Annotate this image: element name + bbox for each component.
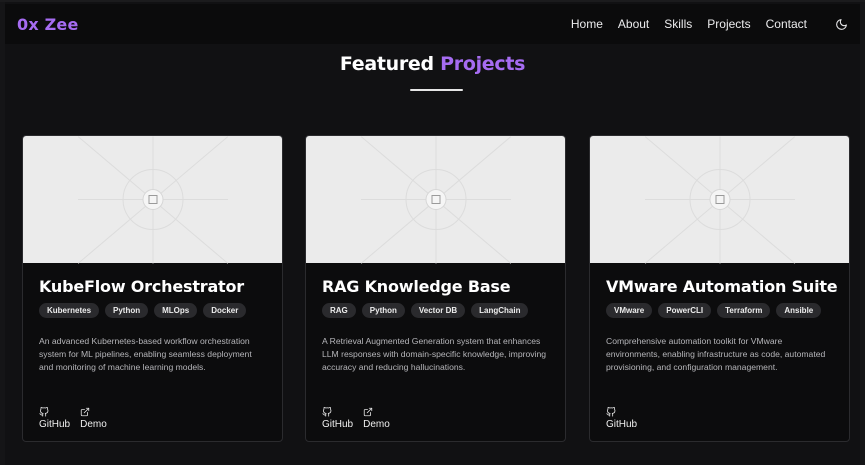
external-link-icon [363,407,373,417]
nav-links: Home About Skills Projects Contact [571,17,848,31]
theme-toggle-button[interactable] [834,17,848,31]
project-card: KubeFlow Orchestrator Kubernetes Python … [22,135,283,442]
tag: RAG [322,303,356,318]
github-icon [322,407,332,417]
project-title: RAG Knowledge Base [322,277,511,296]
nav-link-skills[interactable]: Skills [664,17,692,31]
title-underline [410,89,463,91]
project-image-placeholder [306,136,565,263]
github-link[interactable]: GitHub [322,407,353,430]
project-card: VMware Automation Suite VMware PowerCLI … [589,135,850,442]
project-title: KubeFlow Orchestrator [39,277,244,296]
project-links: GitHub [606,407,833,430]
tag-list: RAG Python Vector DB LangChain [322,303,549,318]
github-icon [39,407,49,417]
project-card: RAG Knowledge Base RAG Python Vector DB … [305,135,566,442]
tag-list: Kubernetes Python MLOps Docker [39,303,266,318]
demo-link-label: Demo [363,419,390,430]
nav-link-projects[interactable]: Projects [707,17,750,31]
github-link-label: GitHub [39,419,71,430]
tag: Terraform [717,303,771,318]
tag: Kubernetes [39,303,100,318]
external-link-icon [80,407,90,417]
tag: Vector DB [410,303,466,318]
project-links: GitHub Demo [39,407,266,430]
github-link-label: GitHub [606,419,638,430]
tag: PowerCLI [658,303,712,318]
image-placeholder-graphic [77,136,228,263]
navbar: 0x Zee Home About Skills Projects Contac… [5,4,860,44]
section-title-accent: Projects [440,53,526,75]
section-title-main: Featured [339,53,434,75]
project-description: Comprehensive automation toolkit for VMw… [606,336,826,372]
project-links: GitHub Demo [322,407,549,430]
tag: LangChain [471,303,529,318]
nav-link-about[interactable]: About [618,17,649,31]
tag: Python [105,303,149,318]
github-icon [606,407,616,417]
tag: MLOps [154,303,198,318]
tag: Python [361,303,405,318]
demo-link[interactable]: Demo [80,407,107,430]
site-logo[interactable]: 0x Zee [17,15,79,34]
nav-link-contact[interactable]: Contact [766,17,807,31]
nav-link-home[interactable]: Home [571,17,603,31]
demo-link[interactable]: Demo [363,407,390,430]
project-image-placeholder [23,136,282,263]
tag: VMware [606,303,653,318]
image-placeholder-graphic [644,136,795,263]
section-title: Featured Projects [0,53,865,75]
github-link[interactable]: GitHub [39,407,70,430]
image-placeholder-graphic [360,136,511,263]
tag: Ansible [776,303,822,318]
github-link[interactable]: GitHub [606,407,637,430]
top-border [0,0,865,2]
github-link-label: GitHub [322,419,354,430]
tag: Docker [203,303,247,318]
project-description: An advanced Kubernetes-based workflow or… [39,336,252,372]
tag-list: VMware PowerCLI Terraform Ansible [606,303,833,318]
project-image-placeholder [590,136,849,263]
demo-link-label: Demo [80,419,107,430]
project-title: VMware Automation Suite [606,277,838,296]
project-description: A Retrieval Augmented Generation system … [322,336,547,372]
moon-icon [835,18,847,30]
